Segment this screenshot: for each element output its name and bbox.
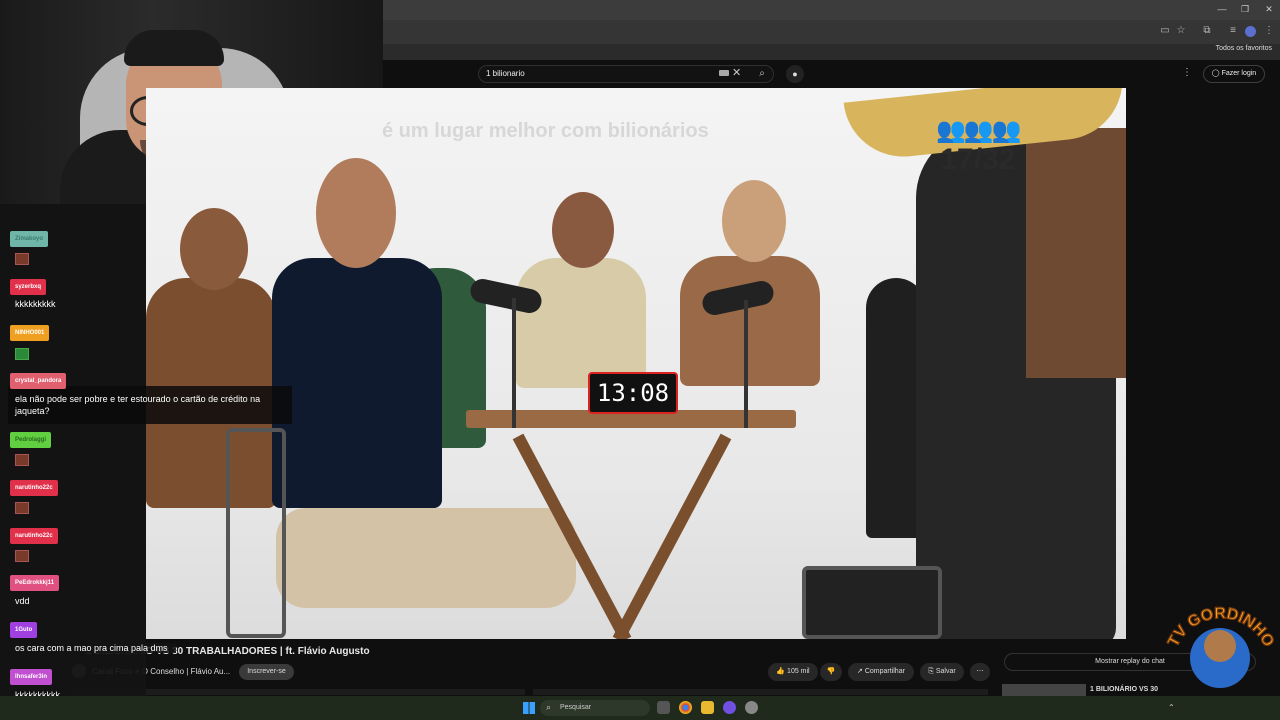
chat-username: PeEdrokkkj11 bbox=[10, 575, 60, 591]
settings-icon[interactable] bbox=[745, 701, 758, 714]
clear-search-icon[interactable]: ✕ bbox=[732, 66, 741, 79]
person-head bbox=[180, 208, 248, 290]
browser-menu-icon[interactable]: ⋮ bbox=[1262, 25, 1276, 36]
person-head bbox=[552, 192, 614, 268]
profile-avatar[interactable] bbox=[1245, 26, 1256, 37]
chat-username: Pedrolaggi bbox=[10, 432, 52, 448]
chat-username: syzerbxq bbox=[10, 279, 47, 295]
file-explorer-icon[interactable] bbox=[701, 701, 714, 714]
search-icon: ⌕ bbox=[546, 702, 552, 712]
taskbar-search-placeholder: Pesquisar bbox=[560, 704, 592, 711]
bookmarks-bar bbox=[383, 44, 1280, 60]
chair bbox=[226, 428, 286, 638]
chrome-icon[interactable] bbox=[679, 701, 692, 714]
people-icon: 👥👥👥 bbox=[936, 117, 1022, 144]
logo-mascot-face bbox=[1204, 630, 1236, 662]
thumbs-down-icon: 👎 bbox=[826, 668, 836, 675]
counter-text: 17/32 bbox=[940, 143, 1016, 176]
media-icon[interactable]: ≡ bbox=[1226, 25, 1240, 36]
chat-username: narutinho22c bbox=[10, 528, 58, 544]
save-button[interactable]: ⎘ Salvar bbox=[920, 663, 964, 681]
app-icon[interactable] bbox=[723, 701, 736, 714]
cast-icon[interactable]: ▭ bbox=[1158, 25, 1172, 36]
chat-message: vdd bbox=[15, 596, 30, 606]
login-label: Fazer login bbox=[1221, 70, 1257, 77]
keyboard-icon[interactable] bbox=[719, 70, 729, 76]
start-icon[interactable] bbox=[523, 702, 535, 714]
flag-icon bbox=[15, 348, 29, 360]
streamer-hair bbox=[124, 30, 224, 66]
chat-username: Zimakoyo bbox=[10, 231, 49, 247]
share-label: Compartilhar bbox=[864, 668, 905, 675]
search-input[interactable]: 1 bilionario bbox=[486, 69, 525, 78]
host-head bbox=[316, 158, 396, 268]
recommended-title[interactable]: 1 BILIONÁRIO VS 30 bbox=[1090, 686, 1158, 693]
emote-icon bbox=[15, 502, 29, 514]
countdown-timer: 13:08 bbox=[588, 372, 678, 414]
host-legs bbox=[276, 508, 576, 608]
all-bookmarks-link[interactable]: Todos os favoritos bbox=[1216, 45, 1272, 52]
video-overlay-caption: é um lugar melhor com bilionários bbox=[382, 120, 709, 142]
participant-counter: 👥👥👥 17/32 bbox=[936, 116, 1022, 176]
comments-box[interactable] bbox=[533, 689, 988, 695]
chat-message: os cara com a mao pra cima pala dms bbox=[15, 643, 176, 653]
like-count: 105 mil bbox=[787, 668, 810, 675]
person-head bbox=[722, 180, 786, 262]
person-leopard bbox=[680, 256, 820, 386]
emote-icon bbox=[15, 253, 29, 265]
leopard-top bbox=[1026, 128, 1126, 378]
share-icon: ↗ bbox=[857, 668, 865, 675]
browser-toolbar bbox=[383, 20, 1280, 44]
thumbs-up-icon: 👍 bbox=[776, 668, 788, 675]
chat-username: 1Guto bbox=[10, 622, 38, 638]
chair bbox=[802, 566, 942, 639]
chat-username: crystal_pandora bbox=[10, 373, 67, 389]
login-button[interactable]: ◯ Fazer login bbox=[1203, 65, 1265, 83]
save-icon: ⎘ bbox=[928, 668, 936, 675]
person-beige bbox=[516, 258, 646, 388]
video-player[interactable]: é um lugar melhor com bilionários 13:08 … bbox=[146, 88, 1126, 639]
mic-stand bbox=[512, 298, 516, 428]
more-actions-button[interactable]: ⋯ bbox=[970, 663, 990, 681]
user-icon: ◯ bbox=[1211, 70, 1222, 77]
extensions-icon[interactable]: ⧉ bbox=[1200, 25, 1214, 36]
dislike-button[interactable]: 👎 bbox=[820, 663, 842, 681]
emote-icon bbox=[15, 454, 29, 466]
like-button[interactable]: 👍 105 mil bbox=[768, 663, 818, 681]
share-button[interactable]: ↗ Compartilhar bbox=[848, 663, 914, 681]
search-icon[interactable]: ⌕ bbox=[750, 65, 774, 83]
chat-username: Ihnsafer3in bbox=[10, 669, 53, 685]
emote-icon bbox=[15, 550, 29, 562]
more-options-icon[interactable]: ⋮ bbox=[1182, 67, 1192, 78]
mic-stand bbox=[744, 300, 748, 428]
chat-username: narutinho22c bbox=[10, 480, 58, 496]
task-view-icon[interactable] bbox=[657, 701, 670, 714]
subscribe-button[interactable]: Inscrever-se bbox=[239, 664, 294, 680]
maximize-icon[interactable]: ❐ bbox=[1238, 4, 1252, 15]
chat-username: NINHO001 bbox=[10, 325, 50, 341]
channel-logo: TV GORDINHO bbox=[1164, 605, 1278, 688]
tray-chevron-icon[interactable]: ⌃ bbox=[1168, 703, 1175, 712]
save-label: Salvar bbox=[935, 668, 956, 675]
microphone-icon[interactable]: ● bbox=[786, 65, 804, 83]
taskbar-search[interactable]: Pesquisar bbox=[540, 700, 650, 716]
chat-message: ela não pode ser pobre e ter estourado o… bbox=[15, 394, 261, 416]
minimize-icon[interactable]: — bbox=[1215, 4, 1229, 14]
bookmark-star-icon[interactable]: ☆ bbox=[1174, 25, 1188, 36]
host-body bbox=[272, 258, 442, 508]
window-titlebar bbox=[383, 0, 1280, 20]
chat-message: kkkkkkkkk bbox=[15, 299, 56, 309]
close-window-icon[interactable]: ✕ bbox=[1262, 4, 1276, 15]
